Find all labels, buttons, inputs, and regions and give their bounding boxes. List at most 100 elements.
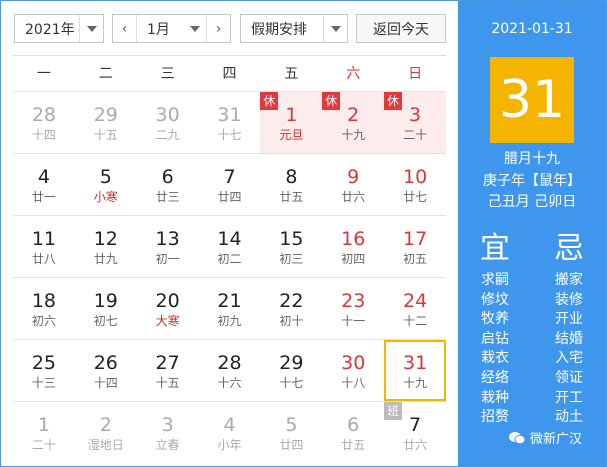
yi-column: 宜 求嗣 修坟 牧养 启钻 栽衣 经络 栽种 招赘 [458,227,532,428]
day-cell[interactable]: 休 2 十九 [322,92,385,153]
day-cell[interactable]: 26 十四 [75,340,137,401]
day-cell[interactable]: 28 十六 [199,340,261,401]
day-number: 10 [402,166,428,188]
day-cell[interactable]: 21 初九 [199,278,261,339]
day-cell[interactable]: 9 廿六 [322,154,384,215]
lunar-label: 十七 [279,376,304,390]
day-cell[interactable]: 7 廿四 [199,154,261,215]
day-cell[interactable]: 休 1 元旦 [260,92,323,153]
wechat-icon [509,431,526,444]
ganzhi-year: 庚子年【鼠年】 [483,173,581,189]
day-cell[interactable]: 31 十九 [384,340,447,401]
chevron-down-icon[interactable] [184,15,206,42]
ji-item: 装修 [555,291,583,308]
day-cell[interactable]: 5 廿四 [260,402,322,463]
day-number: 20 [155,290,180,312]
lunar-label: 十五 [155,376,180,390]
yi-item: 启钻 [481,330,509,347]
day-cell[interactable]: 17 初五 [384,216,446,277]
selected-day-number: 31 [490,57,574,143]
day-cell[interactable]: 2 湿地日 [75,402,137,463]
day-cell[interactable]: 11 廿八 [13,216,75,277]
day-cell[interactable]: 27 十五 [137,340,199,401]
day-cell[interactable]: 13 初一 [137,216,199,277]
holiday-badge: 休 [384,92,403,110]
lunar-label: 初九 [217,314,242,328]
day-cell[interactable]: 4 廿一 [13,154,75,215]
day-cell[interactable]: 24 十二 [384,278,446,339]
ji-item: 搬家 [555,272,583,288]
ji-item: 动土 [555,409,583,426]
week-row: 18 初六 19 初七 20 大寒 21 初九 22 初十 23 十一 24 十二 [13,277,446,339]
yi-item: 经络 [481,369,509,386]
chevron-left-icon: ‹ [121,20,128,37]
yi-list: 求嗣 修坟 牧养 启钻 栽衣 经络 栽种 招赘 [458,271,532,428]
day-number: 6 [347,414,360,436]
prev-month-button[interactable]: ‹ [113,15,137,42]
day-cell[interactable]: 班 7 廿六 [384,402,446,463]
day-cell[interactable]: 31 十七 [199,92,261,153]
day-cell[interactable]: 14 初二 [199,216,261,277]
day-number: 27 [155,352,180,374]
day-cell[interactable]: 6 廿三 [137,154,199,215]
day-cell[interactable]: 12 廿九 [75,216,137,277]
day-cell[interactable]: 休 3 二十 [384,92,447,153]
week-row: 25 十三 26 十四 27 十五 28 十六 29 十七 30 十八 31 十九 [13,339,447,401]
day-number: 31 [217,104,242,126]
day-cell[interactable]: 19 初七 [75,278,137,339]
day-number: 1 [37,414,50,436]
lunar-label: 二十 [31,438,56,452]
day-cell[interactable]: 3 立春 [137,402,199,463]
day-cell[interactable]: 20 大寒 [137,278,199,339]
day-number: 30 [341,352,366,374]
day-cell[interactable]: 8 廿五 [260,154,322,215]
day-cell[interactable]: 23 十一 [322,278,384,339]
day-cell[interactable]: 5 小寒 [75,154,137,215]
back-to-today-button[interactable]: 返回今天 [356,14,446,43]
day-number: 6 [161,166,174,188]
day-number: 31 [402,352,428,374]
lunar-label: 小寒 [93,190,118,204]
lunar-label: 二十 [403,128,428,142]
lunar-label: 廿六 [341,190,366,204]
day-cell[interactable]: 25 十三 [13,340,75,401]
day-cell[interactable]: 15 初三 [260,216,322,277]
month-select[interactable]: 1月 [137,19,184,39]
day-cell[interactable]: 22 初十 [260,278,322,339]
calendar-widget: 2021年 ‹ 1月 › 假期安排 返回今天 一二三四五六日 28 十四 29 十五 3… [0,0,607,467]
day-cell[interactable]: 29 十七 [260,340,322,401]
ji-column: 忌 搬家 装修 开业 结婚 入宅 领证 开工 动土 [532,227,606,428]
ji-item: 结婚 [555,330,583,347]
day-cell[interactable]: 6 廿五 [322,402,384,463]
lunar-label: 廿三 [155,190,180,204]
day-cell[interactable]: 1 二十 [13,402,75,463]
day-cell[interactable]: 30 十八 [322,340,384,401]
lunar-label: 立春 [155,438,180,452]
day-number: 17 [402,228,428,250]
day-cell[interactable]: 18 初六 [13,278,75,339]
ganzhi-month-day: 己丑月 己卯日 [487,194,577,210]
lunar-label: 廿四 [217,190,242,204]
lunar-label: 十八 [341,376,366,390]
day-cell[interactable]: 30 二九 [137,92,199,153]
ji-item: 开业 [555,311,583,328]
lunar-label: 廿一 [31,190,56,204]
day-cell[interactable]: 4 小年 [199,402,261,463]
year-select[interactable]: 2021年 [14,14,104,43]
next-month-button[interactable]: › [206,15,230,42]
lunar-label: 初七 [93,314,118,328]
yi-item: 招赘 [481,409,509,426]
lunar-label: 廿七 [403,190,428,204]
day-cell[interactable]: 16 初四 [322,216,384,277]
day-cell[interactable]: 10 廿七 [384,154,446,215]
lunar-label: 初四 [341,252,366,266]
day-cell[interactable]: 29 十五 [75,92,137,153]
lunar-label: 十九 [403,376,428,390]
day-number: 14 [217,228,242,250]
lunar-label: 廿九 [93,252,118,266]
lunar-label: 廿五 [341,438,366,452]
holiday-select[interactable]: 假期安排 [240,14,348,43]
day-cell[interactable]: 28 十四 [13,92,75,153]
day-number: 3 [161,414,174,436]
week-row: 1 二十 2 湿地日 3 立春 4 小年 5 廿四 6 廿五 班 7 廿六 [13,401,446,463]
